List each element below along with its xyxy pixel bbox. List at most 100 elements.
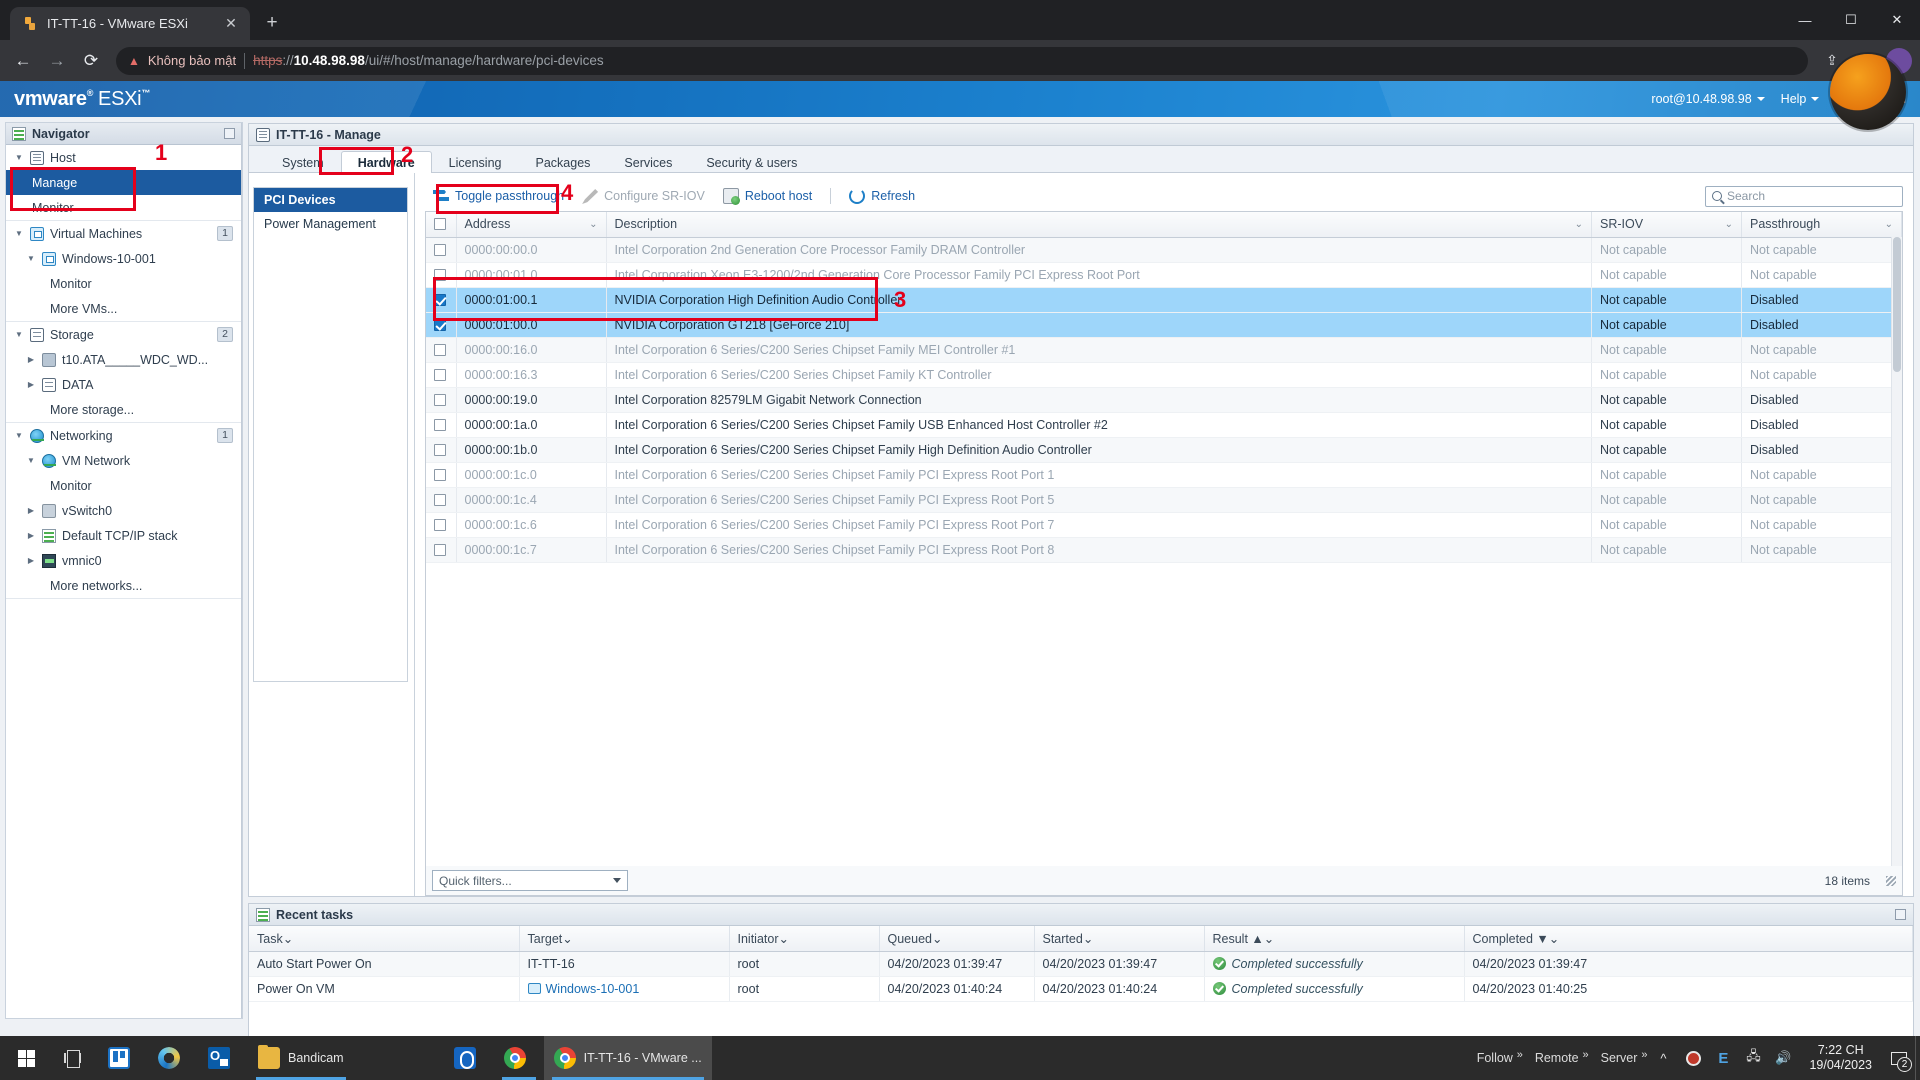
network-icon[interactable]: 🖧 <box>1739 1036 1767 1080</box>
tray-label-follow[interactable]: Follow» <box>1467 1051 1523 1065</box>
reload-icon[interactable]: ⟳ <box>76 46 106 76</box>
tab-system[interactable]: System <box>265 151 341 173</box>
table-row[interactable]: 0000:00:16.3Intel Corporation 6 Series/C… <box>426 362 1902 387</box>
maximize-button[interactable]: ☐ <box>1828 4 1874 36</box>
chevron-down-icon[interactable]: ▼ <box>14 153 24 162</box>
table-row[interactable]: 0000:00:1b.0Intel Corporation 6 Series/C… <box>426 437 1902 462</box>
sidebar-item-t10-ata-wdc-wd[interactable]: ▶t10.ATA_____WDC_WD... <box>6 347 241 372</box>
collapse-icon[interactable] <box>1895 909 1906 920</box>
select-all-checkbox[interactable] <box>434 218 446 230</box>
row-checkbox[interactable] <box>434 269 446 281</box>
chevron-down-icon[interactable]: ⌄ <box>1885 219 1893 230</box>
target-link[interactable]: Windows-10-001 <box>546 982 640 996</box>
start-button[interactable] <box>2 1036 50 1080</box>
chevron-down-icon[interactable]: ▼ <box>14 431 24 440</box>
sidebar-item-manage[interactable]: Manage <box>6 170 241 195</box>
reboot-host-button[interactable]: Reboot host <box>715 185 820 207</box>
row-checkbox-cell[interactable] <box>426 387 456 412</box>
column-header-passthrough[interactable]: Passthrough⌄ <box>1742 212 1902 237</box>
tasks-column-header[interactable]: Initiator⌄ <box>729 926 879 951</box>
tray-label-remote[interactable]: Remote» <box>1525 1051 1589 1065</box>
taskbar-app-outlook[interactable] <box>198 1036 248 1080</box>
column-header-description[interactable]: Description⌄ <box>606 212 1592 237</box>
chevron-right-icon[interactable]: ▶ <box>26 556 36 565</box>
tasks-column-header[interactable]: Completed ▼⌄ <box>1464 926 1913 951</box>
sidebar-item-networking[interactable]: ▼Networking1 <box>6 423 241 448</box>
row-checkbox-cell[interactable] <box>426 262 456 287</box>
row-checkbox[interactable] <box>434 369 446 381</box>
row-checkbox[interactable] <box>434 494 446 506</box>
chevron-down-icon[interactable]: ⌄ <box>283 932 293 946</box>
submenu-item-pci-devices[interactable]: PCI Devices <box>254 188 407 212</box>
toggle-passthrough-button[interactable]: Toggle passthrough <box>425 185 572 207</box>
tray-label-server[interactable]: Server» <box>1591 1051 1648 1065</box>
taskbar-app-esxi[interactable]: IT-TT-16 - VMware ... <box>544 1036 712 1080</box>
tab-services[interactable]: Services <box>607 151 689 173</box>
notification-center-button[interactable]: 2 <box>1884 1036 1914 1080</box>
table-row[interactable]: 0000:00:16.0Intel Corporation 6 Series/C… <box>426 337 1902 362</box>
taskbar-app-blue[interactable] <box>444 1036 494 1080</box>
sidebar-item-host[interactable]: ▼Host <box>6 145 241 170</box>
sidebar-item-monitor[interactable]: Monitor <box>6 271 241 296</box>
select-all-header[interactable] <box>426 212 456 237</box>
chevron-down-icon[interactable]: ⌄ <box>1083 932 1093 946</box>
sidebar-item-windows-10-001[interactable]: ▼Windows-10-001 <box>6 246 241 271</box>
recording-indicator-icon[interactable] <box>1679 1036 1707 1080</box>
row-checkbox[interactable] <box>434 394 446 406</box>
forward-icon[interactable]: → <box>42 46 72 76</box>
sidebar-item-storage[interactable]: ▼Storage2 <box>6 322 241 347</box>
chevron-down-icon[interactable]: ▼ <box>14 330 24 339</box>
sidebar-item-more-vms[interactable]: More VMs... <box>6 296 241 321</box>
address-bar[interactable]: ▲ Không bảo mật https://10.48.98.98/ui/#… <box>116 47 1808 75</box>
sidebar-item-vmnic0[interactable]: ▶vmnic0 <box>6 548 241 573</box>
sidebar-item-virtual-machines[interactable]: ▼Virtual Machines1 <box>6 221 241 246</box>
taskbar-app-bandicam[interactable]: Bandicam <box>248 1036 354 1080</box>
table-row[interactable]: 0000:00:01.0Intel Corporation Xeon E3-12… <box>426 262 1902 287</box>
help-menu[interactable]: Help <box>1781 92 1820 106</box>
row-checkbox[interactable] <box>434 469 446 481</box>
chevron-down-icon[interactable]: ⌄ <box>562 932 572 946</box>
sidebar-item-vswitch0[interactable]: ▶vSwitch0 <box>6 498 241 523</box>
quick-filters-dropdown[interactable]: Quick filters... <box>432 870 628 891</box>
back-icon[interactable]: ← <box>8 46 38 76</box>
cell-target[interactable]: Windows-10-001 <box>519 976 729 1001</box>
row-checkbox-cell[interactable] <box>426 537 456 562</box>
submenu-item-power-management[interactable]: Power Management <box>254 212 407 236</box>
taskbar-app-chrome[interactable] <box>494 1036 544 1080</box>
tasks-column-header[interactable]: Result ▲⌄ <box>1204 926 1464 951</box>
sidebar-item-more-networks[interactable]: More networks... <box>6 573 241 598</box>
row-checkbox-cell[interactable] <box>426 312 456 337</box>
tasks-column-header[interactable]: Started⌄ <box>1034 926 1204 951</box>
sidebar-item-default-tcp-ip-stack[interactable]: ▶Default TCP/IP stack <box>6 523 241 548</box>
chevron-right-icon[interactable]: ▶ <box>26 380 36 389</box>
table-row[interactable]: 0000:00:1a.0Intel Corporation 6 Series/C… <box>426 412 1902 437</box>
volume-icon[interactable]: 🔊 <box>1769 1036 1797 1080</box>
task-row[interactable]: Power On VMWindows-10-001root04/20/2023 … <box>249 976 1913 1001</box>
row-checkbox-cell[interactable] <box>426 437 456 462</box>
row-checkbox[interactable] <box>434 444 446 456</box>
new-tab-button[interactable]: + <box>258 9 286 37</box>
chevron-down-icon[interactable]: ▼ <box>14 229 24 238</box>
tab-packages[interactable]: Packages <box>519 151 608 173</box>
row-checkbox-cell[interactable] <box>426 337 456 362</box>
tab-security-users[interactable]: Security & users <box>689 151 814 173</box>
row-checkbox-cell[interactable] <box>426 412 456 437</box>
chevron-down-icon[interactable]: ⌄ <box>1549 932 1559 946</box>
tasks-column-header[interactable]: Queued⌄ <box>879 926 1034 951</box>
refresh-button[interactable]: Refresh <box>841 185 923 207</box>
sidebar-item-vm-network[interactable]: ▼VM Network <box>6 448 241 473</box>
task-row[interactable]: Auto Start Power OnIT-TT-16root04/20/202… <box>249 951 1913 976</box>
column-header-sriov[interactable]: SR-IOV⌄ <box>1592 212 1742 237</box>
table-row[interactable]: 0000:00:1c.6Intel Corporation 6 Series/C… <box>426 512 1902 537</box>
table-row[interactable]: 0000:00:00.0Intel Corporation 2nd Genera… <box>426 237 1902 262</box>
row-checkbox-cell[interactable] <box>426 237 456 262</box>
row-checkbox-cell[interactable] <box>426 462 456 487</box>
browser-tab[interactable]: IT-TT-16 - VMware ESXi ✕ <box>10 7 250 40</box>
table-row[interactable]: 0000:01:00.1NVIDIA Corporation High Defi… <box>426 287 1902 312</box>
sidebar-item-data[interactable]: ▶DATA <box>6 372 241 397</box>
chevron-down-icon[interactable]: ⌄ <box>1264 932 1274 946</box>
table-row[interactable]: 0000:00:19.0Intel Corporation 82579LM Gi… <box>426 387 1902 412</box>
column-header-address[interactable]: Address⌄ <box>456 212 606 237</box>
resize-grip[interactable] <box>1886 876 1896 886</box>
close-icon[interactable]: ✕ <box>222 15 240 33</box>
